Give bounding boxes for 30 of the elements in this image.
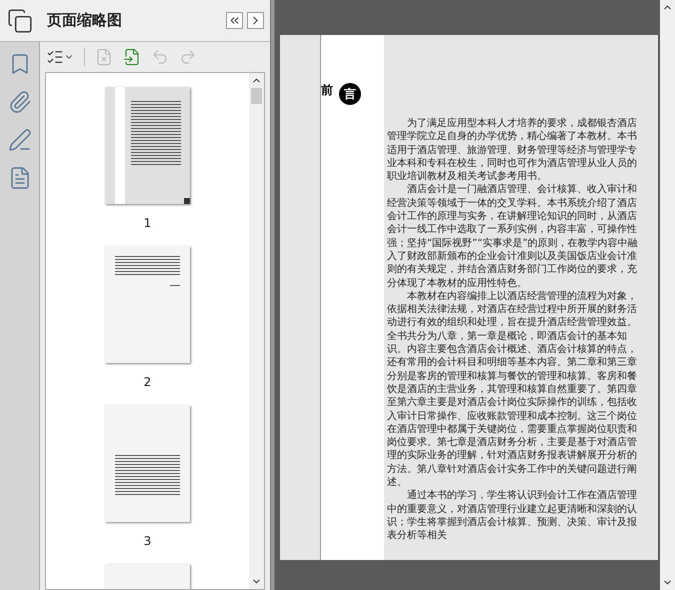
next-button[interactable] [247, 12, 264, 29]
pen-icon[interactable] [8, 128, 32, 152]
page-thumbnail[interactable] [105, 246, 190, 363]
insert-page-button[interactable] [123, 46, 141, 68]
insert-page-icon [123, 48, 141, 66]
options-icon [46, 48, 64, 66]
page-thumbnail[interactable] [105, 87, 190, 204]
page-number: 2 [144, 374, 152, 391]
scroll-thumb[interactable] [251, 88, 262, 104]
redo-icon [179, 48, 197, 66]
heading-text: 言 [339, 83, 361, 105]
view-handle-icon[interactable] [184, 198, 190, 204]
body-paragraph: 通过本书的学习，学生将认识到会计工作在酒店管理中的重要意义，对酒店管理行业建立起更清晰和深刻的认识；学生将掌握到酒店会计核算、预测、决策、审计及报表分析等相关 [387, 489, 638, 542]
body-paragraph: 为了满足应用型本科人才培养的要求，成都银杏酒店管理学院立足自身的办学优势，精心编著了本教材。本书适用于酒店管理、旅游管理、财务管理等经济与管理学专业本科和专科在校生，同时也可作为酒店管理从业人员的职业培训教材及相关考试参考用书。 [387, 117, 638, 184]
undo-icon [151, 48, 169, 66]
splitter[interactable] [270, 0, 275, 590]
scrollbar[interactable] [660, 0, 675, 590]
paperclip-icon[interactable] [8, 90, 32, 114]
scrollbar[interactable] [249, 73, 264, 589]
page-thumbnail[interactable] [105, 405, 190, 522]
page-number: 1 [144, 215, 152, 232]
double-chevron-left-icon [228, 14, 241, 27]
delete-page-icon [95, 48, 113, 66]
body-paragraph: 酒店会计是一门融酒店管理、会计核算、收入审计和经营决策等领域于一体的交叉学科。本书系统介绍了酒店会计工作的原理与实务，在讲解理论知识的同时，从酒店会计一线工作中选取了一系列实例，内容丰富，可操作性强；坚持“国际视野”“实事求是”的原则，在教学内容中融入了财政部新颁布的企业会计准则以及美国饭店业会计准则的有关规定，并结合酒店财务部门工作岗位的要求，充分体现了本教材的应用性特色。 [387, 183, 639, 290]
heading-text: 前 [321, 82, 333, 99]
page-number: 3 [144, 533, 152, 550]
collapse-button[interactable] [226, 12, 243, 29]
panel-title: 页面缩略图 [47, 10, 122, 32]
body-paragraph: 本教材在内容编排上以酒店经营管理的流程为对象，依据相关法律法规，对酒店在经营过程中所开展的财务活动进行有效的组织和处理，旨在提升酒店经营管理效益。全书共分为八章，第一章是概论，即酒店会计的基本知识。内容主要包含酒店会计概述、酒店会计核算的特点，还有常用的会计科目和明细等基本内容。第二章和第三章分别是客房的管理和核算与餐饮的管理和核算。客房和餐饮是酒店的主营业务，其管理和核算自然重要了。第四章至第六章主要是对酒店会计岗位实际操作的训练，包括收入审计日常操作、应收账款管理和成本控制。这三个岗位在酒店管理中都属于关键岗位，需要重点掌握岗位职责和岗位要求。第七章是酒店财务分析，主要是基于对酒店管理的实际业务的理解，针对酒店财务报表讲解展开分析的方法。第八章针对酒店会计实务工作中的关键问题进行阐述。 [387, 290, 638, 490]
pages-icon[interactable] [7, 8, 33, 34]
